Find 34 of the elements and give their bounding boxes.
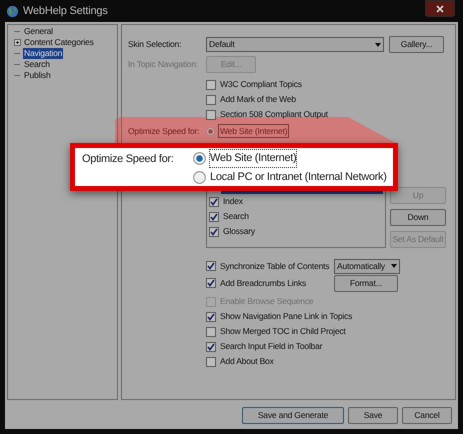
button[interactable]: Format... [334,274,398,292]
radio-label: Web Site (Internet) [218,124,290,138]
checkbox-label: Index [223,195,243,208]
tree-item[interactable]: Navigation [23,48,64,59]
checkbox-label: Synchronize Table of Contents [220,260,330,272]
tree-item[interactable]: General [23,26,54,37]
checkbox-label: Show Navigation Pane Link in Topics [220,310,352,323]
skin-dropdown[interactable]: Default [206,37,384,52]
checkbox-label: Enable Browse Sequence [220,295,314,308]
button[interactable]: Cancel [402,407,452,424]
checkbox-label: W3C Compliant Topics [220,78,302,91]
tree-item[interactable]: Content Categories [23,37,95,48]
button[interactable]: Gallery... [389,36,444,53]
checkbox-label: Add About Box [220,355,274,368]
field-label: Optimize Speed for: [82,152,175,167]
window-title: WebHelp Settings [23,4,108,19]
field-label: Skin Selection: [128,38,182,51]
checkbox-label: Add Mark of the Web [220,93,296,106]
checkbox-label: Glossary [223,225,255,238]
sync-dropdown[interactable]: Automatically [334,258,400,274]
radio-label[interactable]: Web Site (Internet) [210,150,296,167]
radio-label[interactable]: Local PC or Intranet (Internal Network) [210,169,387,186]
checkbox-label: Section 508 Compliant Output [220,108,328,121]
checkbox-label: Add Breadcrumbs Links [220,276,306,290]
button[interactable]: Down [390,209,446,226]
checkbox-label: Search [223,210,249,223]
button[interactable]: Save and Generate [242,407,344,424]
button[interactable]: Save [348,407,398,424]
tree-item[interactable]: Search [23,59,51,70]
field-label: Optimize Speed for: [128,124,200,138]
field-label: In Topic Navigation: [128,58,200,71]
checkbox-label: Search Input Field in Toolbar [220,340,322,353]
tree-item[interactable]: Publish [23,70,52,81]
checkbox-label: Show Merged TOC in Child Project [220,325,346,338]
